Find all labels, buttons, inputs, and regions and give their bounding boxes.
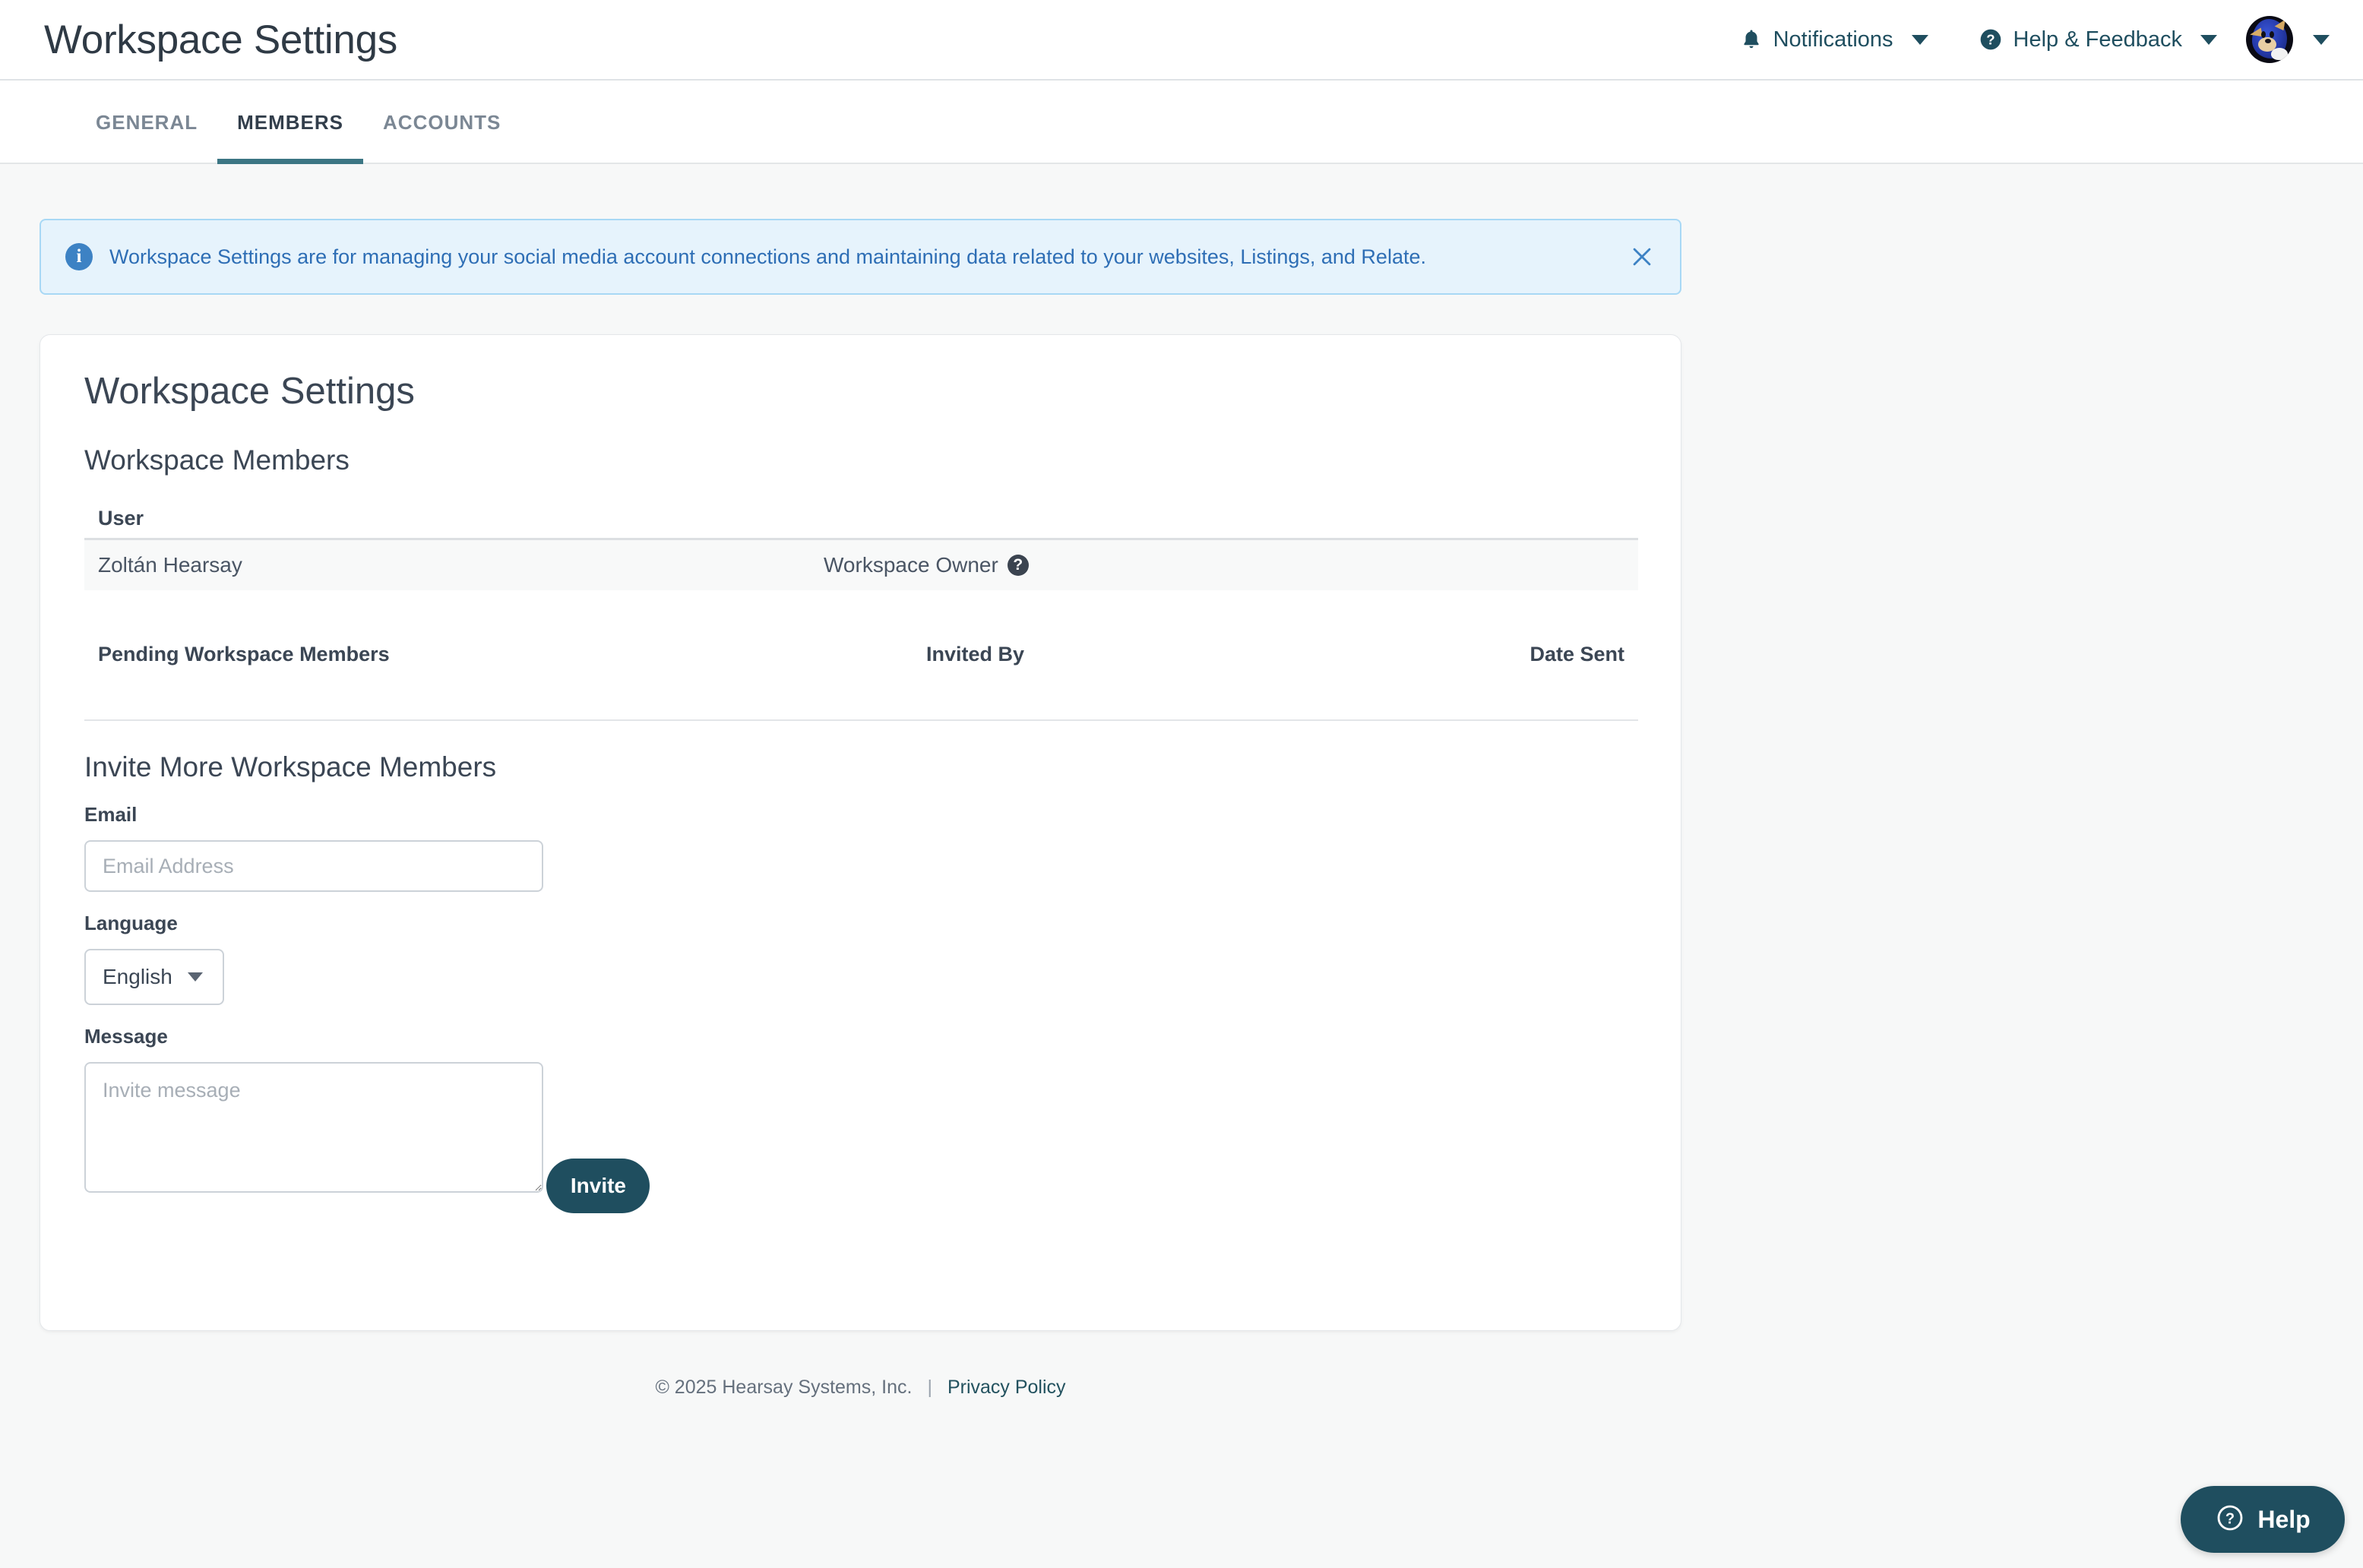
column-header-user: User (98, 507, 144, 530)
copyright-text: © 2025 Hearsay Systems, Inc. (655, 1377, 913, 1398)
tab-accounts[interactable]: ACCOUNTS (363, 81, 520, 164)
privacy-policy-link[interactable]: Privacy Policy (947, 1377, 1066, 1399)
footer-separator: | (927, 1377, 932, 1398)
invite-button[interactable]: Invite (546, 1159, 650, 1213)
tab-members-label: MEMBERS (237, 110, 344, 134)
info-banner: i Workspace Settings are for managing yo… (40, 219, 1681, 295)
chevron-down-icon (1911, 34, 1928, 45)
help-widget-button[interactable]: ? Help (2181, 1486, 2345, 1553)
page-footer: © 2025 Hearsay Systems, Inc. | Privacy P… (40, 1377, 1681, 1399)
tab-general-label: GENERAL (96, 110, 198, 134)
info-icon: i (65, 243, 93, 270)
page-title: Workspace Settings (44, 17, 397, 62)
chevron-down-icon (2313, 34, 2330, 45)
message-label: Message (84, 1025, 168, 1048)
help-widget-label: Help (2257, 1505, 2311, 1533)
tab-members[interactable]: MEMBERS (217, 81, 363, 164)
chevron-down-icon (187, 972, 203, 982)
message-field[interactable] (84, 1062, 543, 1193)
email-label: Email (84, 803, 138, 826)
card-title: Workspace Settings (84, 371, 415, 412)
help-feedback-menu[interactable]: ? Help & Feedback (1965, 27, 2231, 52)
user-menu[interactable] (2231, 16, 2330, 63)
table-row: Zoltán Hearsay Workspace Owner ? (84, 540, 1638, 590)
invite-members-heading: Invite More Workspace Members (84, 751, 497, 782)
section-divider (84, 719, 1638, 721)
notifications-label: Notifications (1773, 27, 1893, 52)
column-header-date-sent: Date Sent (1529, 642, 1624, 665)
email-field[interactable] (84, 840, 543, 892)
header-actions: Notifications ? Help & Feedback (1726, 16, 2330, 63)
workspace-members-heading: Workspace Members (84, 444, 350, 476)
workspace-settings-card: Workspace Settings Workspace Members Use… (40, 334, 1681, 1331)
member-name: Zoltán Hearsay (98, 553, 242, 577)
app-header: Workspace Settings Notifications ? Help … (0, 0, 2363, 81)
member-role-label: Workspace Owner (824, 553, 998, 577)
tab-accounts-label: ACCOUNTS (383, 110, 501, 134)
info-banner-text: Workspace Settings are for managing your… (109, 245, 1426, 268)
language-selected-value: English (103, 965, 172, 988)
bell-icon (1740, 27, 1763, 52)
question-circle-icon: ? (2215, 1503, 2245, 1537)
svg-text:?: ? (2225, 1510, 2235, 1527)
language-select[interactable]: English (84, 949, 224, 1005)
close-icon[interactable] (1625, 240, 1659, 273)
svg-text:?: ? (1986, 32, 1994, 48)
help-tooltip-icon[interactable]: ? (1007, 555, 1029, 576)
settings-tabs: GENERAL MEMBERS ACCOUNTS (0, 81, 2363, 164)
language-label: Language (84, 912, 178, 934)
column-header-invited-by: Invited By (926, 642, 1025, 665)
table-header-row: User (84, 499, 1638, 540)
workspace-members-table: User Zoltán Hearsay Workspace Owner ? (84, 499, 1638, 590)
question-circle-icon: ? (1979, 27, 2003, 52)
notifications-menu[interactable]: Notifications (1726, 27, 1942, 52)
pending-members-table-header: Pending Workspace Members Invited By Dat… (84, 631, 1638, 677)
chevron-down-icon (2200, 34, 2217, 45)
help-feedback-label: Help & Feedback (2013, 27, 2182, 52)
member-role: Workspace Owner ? (824, 553, 1029, 577)
avatar (2246, 16, 2293, 63)
tab-general[interactable]: GENERAL (76, 81, 217, 164)
column-header-pending-members: Pending Workspace Members (98, 642, 390, 665)
